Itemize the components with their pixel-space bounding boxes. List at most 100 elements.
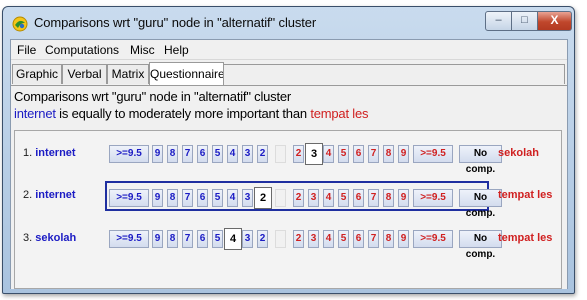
scale-left-ge9.5-button[interactable]: >=9.5: [109, 189, 149, 207]
row-left-item: internet: [35, 189, 76, 201]
scale-left-5-button[interactable]: 5: [212, 189, 223, 207]
menu-misc[interactable]: Misc: [130, 43, 155, 57]
no-comparison-button[interactable]: No comp.: [459, 230, 502, 260]
scale-left-6-button[interactable]: 6: [197, 189, 208, 207]
app-logo-icon: [12, 16, 28, 32]
scale-right-3-button[interactable]: 3: [308, 230, 319, 248]
app-window: Comparisons wrt "guru" node in "alternat…: [2, 6, 575, 294]
tab-questionnaire[interactable]: Questionnaire: [149, 62, 225, 85]
maximize-button[interactable]: □: [512, 11, 538, 31]
minimize-button[interactable]: –: [485, 11, 512, 31]
scale-right-2-button[interactable]: 2: [293, 145, 304, 163]
scale-right-ge9.5-button[interactable]: >=9.5: [413, 145, 453, 163]
scale-right-4-button[interactable]: 4: [323, 189, 334, 207]
scale-right-3-button[interactable]: 3: [308, 189, 319, 207]
scale-right-5-button[interactable]: 5: [338, 189, 349, 207]
comparison-summary: internet is equally to moderately more i…: [14, 106, 368, 121]
close-button[interactable]: X: [538, 11, 572, 31]
scale-left-3-button[interactable]: 3: [242, 189, 253, 207]
scale-right-9-button[interactable]: 9: [398, 145, 409, 163]
scale-left-4-button[interactable]: 4: [227, 189, 238, 207]
scale-left-9-button[interactable]: 9: [152, 145, 163, 163]
tab-verbal[interactable]: Verbal: [62, 64, 107, 84]
scale-right-4-button[interactable]: 4: [323, 230, 334, 248]
scale-right-6-button[interactable]: 6: [353, 189, 364, 207]
scale-left-3-button[interactable]: 3: [242, 145, 253, 163]
tab-strip-filler: [223, 64, 565, 84]
scale-right-ge9.5-button[interactable]: >=9.5: [413, 230, 453, 248]
scale-left-ge9.5-button[interactable]: >=9.5: [109, 145, 149, 163]
scale-buttons: >=9.5 9 8 7 6 5 4 3 2 2 3 4 5 6 7 8 9 >=9.5 No comp.: [105, 139, 502, 175]
scale-right-9-button[interactable]: 9: [398, 230, 409, 248]
scale-left-9-button[interactable]: 9: [152, 189, 163, 207]
scale-left-7-button[interactable]: 7: [182, 189, 193, 207]
client-area: File Computations Misc Help Graphic Verb…: [10, 39, 568, 289]
scale-right-8-button[interactable]: 8: [383, 230, 394, 248]
row-right-item: sekolah: [498, 147, 539, 159]
scale-left-8-button[interactable]: 8: [167, 230, 178, 248]
scale-left-8-button[interactable]: 8: [167, 145, 178, 163]
scale-right-8-button[interactable]: 8: [383, 145, 394, 163]
scale-left-2-button[interactable]: 2: [257, 230, 268, 248]
comparison-heading: Comparisons wrt "guru" node in "alternat…: [14, 89, 292, 104]
tab-bar: Graphic Verbal Matrix Questionnaire: [11, 61, 567, 85]
scale-right-9-button[interactable]: 9: [398, 189, 409, 207]
scale-left-2-button[interactable]: 2: [254, 187, 272, 209]
no-comparison-button[interactable]: No comp.: [459, 145, 502, 175]
scale-left-6-button[interactable]: 6: [197, 230, 208, 248]
scale-right-7-button[interactable]: 7: [368, 189, 379, 207]
scale-right-6-button[interactable]: 6: [353, 230, 364, 248]
row-number: 2.: [23, 189, 33, 201]
scale-right-2-button[interactable]: 2: [293, 230, 304, 248]
scale-left-4-button[interactable]: 4: [227, 145, 238, 163]
row-left-label: 2. internet: [23, 189, 76, 201]
scale-left-2-button[interactable]: 2: [257, 145, 268, 163]
scale-right-2-button[interactable]: 2: [293, 189, 304, 207]
no-comparison-button[interactable]: No comp.: [459, 189, 502, 219]
summary-left-item: internet: [14, 106, 56, 121]
window-title: Comparisons wrt "guru" node in "alternat…: [34, 15, 317, 30]
scale-left-4-button[interactable]: 4: [224, 228, 242, 250]
scale-right-6-button[interactable]: 6: [353, 145, 364, 163]
summary-phrase: is equally to moderately more important …: [55, 106, 311, 121]
tab-graphic[interactable]: Graphic: [12, 64, 62, 84]
title-bar[interactable]: Comparisons wrt "guru" node in "alternat…: [3, 7, 574, 39]
scale-left-7-button[interactable]: 7: [182, 230, 193, 248]
scale-buttons: >=9.5 9 8 7 6 5 4 3 2 2 3 4 5 6 7 8 9 >=9.5 No comp.: [105, 181, 502, 219]
scale-equal-spacer: [275, 189, 286, 207]
menu-help[interactable]: Help: [164, 43, 189, 57]
scale-right-8-button[interactable]: 8: [383, 189, 394, 207]
row-right-item: tempat les: [498, 189, 553, 201]
scale-left-9-button[interactable]: 9: [152, 230, 163, 248]
row-right-item: tempat les: [498, 232, 553, 244]
row-left-item: internet: [35, 147, 76, 159]
row-left-label: 3. sekolah: [23, 232, 76, 244]
scale-right-4-button[interactable]: 4: [323, 145, 334, 163]
scale-left-8-button[interactable]: 8: [167, 189, 178, 207]
scale-left-7-button[interactable]: 7: [182, 145, 193, 163]
scale-right-3-button[interactable]: 3: [305, 143, 323, 165]
tab-matrix[interactable]: Matrix: [107, 64, 149, 84]
menu-file[interactable]: File: [17, 43, 36, 57]
scale-right-5-button[interactable]: 5: [338, 230, 349, 248]
menu-computations[interactable]: Computations: [45, 43, 119, 57]
scale-left-3-button[interactable]: 3: [242, 230, 253, 248]
scale-equal-spacer: [275, 230, 286, 248]
scale-left-ge9.5-button[interactable]: >=9.5: [109, 230, 149, 248]
scale-right-ge9.5-button[interactable]: >=9.5: [413, 189, 453, 207]
menu-bar: File Computations Misc Help: [11, 40, 567, 60]
scale-right-5-button[interactable]: 5: [338, 145, 349, 163]
comparison-row-1: 1. internet >=9.5 9 8 7 6 5 4 3 2 2 3 4 5 6 7 8 9 >=9.5 No …: [15, 139, 561, 175]
row-left-item: sekolah: [35, 232, 77, 244]
comparison-row-2: 2. internet >=9.5 9 8 7 6 5 4 3 2 2 3 4 5 6 7 8 9 >=9.5 No …: [15, 181, 561, 219]
scale-left-5-button[interactable]: 5: [212, 145, 223, 163]
scale-equal-spacer: [275, 145, 286, 163]
scale-left-5-button[interactable]: 5: [212, 230, 223, 248]
scale-right-7-button[interactable]: 7: [368, 230, 379, 248]
scale-right-7-button[interactable]: 7: [368, 145, 379, 163]
row-left-label: 1. internet: [23, 147, 76, 159]
questionnaire-panel: Comparisons wrt "guru" node in "alternat…: [11, 85, 567, 289]
summary-right-item: tempat les: [310, 106, 369, 121]
scale-left-6-button[interactable]: 6: [197, 145, 208, 163]
comparison-row-3: 3. sekolah >=9.5 9 8 7 6 5 4 3 2 2 3 4 5 6 7 8 9 >=9.5 No c…: [15, 224, 561, 260]
